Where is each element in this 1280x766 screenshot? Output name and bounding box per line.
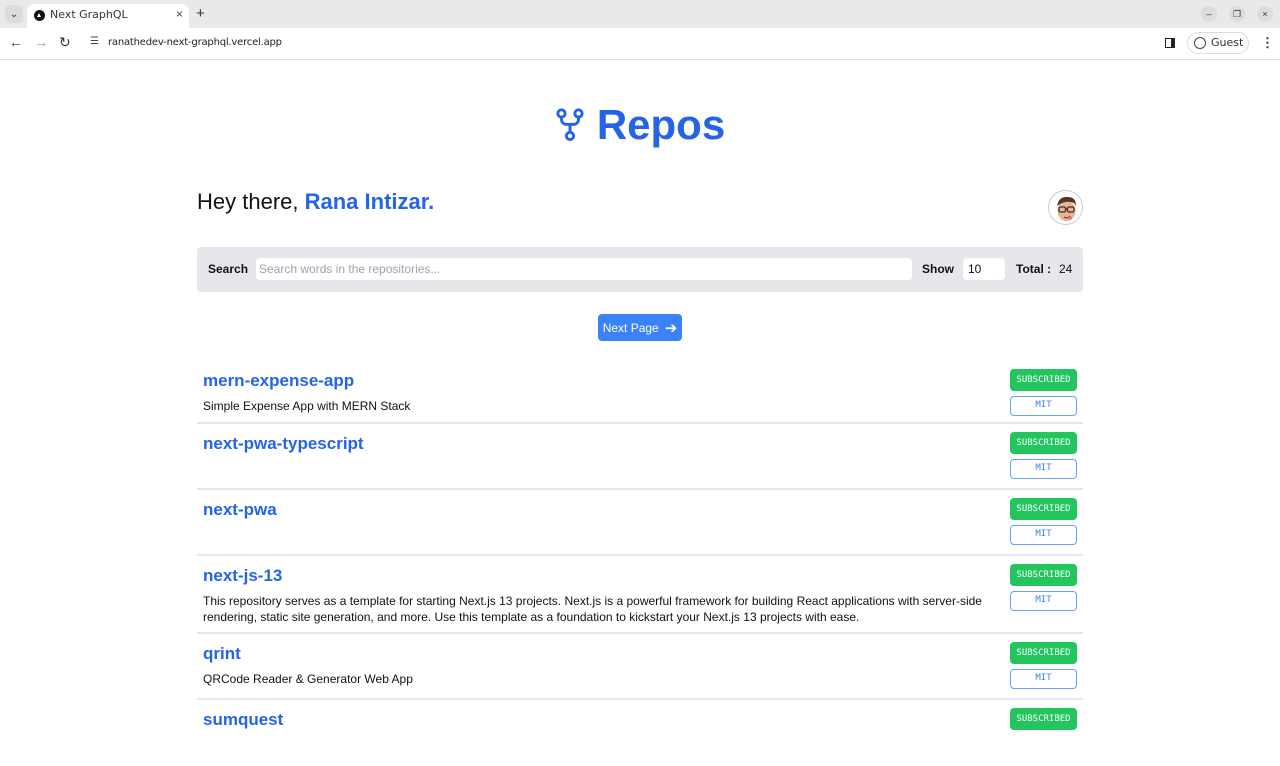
- url-text[interactable]: ranathedev-next-graphql.vercel.app: [108, 37, 282, 48]
- close-tab-icon[interactable]: ×: [176, 7, 183, 21]
- tab-title: Next GraphQL: [50, 8, 128, 21]
- site-info-icon[interactable]: ☰: [90, 36, 99, 47]
- chevron-down-icon: ⌄: [9, 8, 19, 20]
- side-panel-icon[interactable]: [1165, 38, 1175, 48]
- repo-item: mern-expense-app Simple Expense App with…: [197, 361, 1083, 424]
- subscribed-badge[interactable]: SUBSCRIBED: [1010, 432, 1077, 454]
- search-label: Search: [208, 262, 249, 276]
- address-bar[interactable]: ☰ ranathedev-next-graphql.vercel.app: [82, 32, 1152, 55]
- more-menu-icon[interactable]: ⋮: [1261, 35, 1274, 51]
- repo-name-link[interactable]: qrint: [203, 644, 241, 664]
- total-value: 24: [1059, 262, 1073, 276]
- tab-search-button[interactable]: ⌄: [5, 5, 23, 23]
- close-icon: ×: [1262, 9, 1268, 19]
- license-badge: MIT: [1010, 396, 1077, 416]
- repo-item: next-pwa SUBSCRIBED MIT: [197, 490, 1083, 556]
- repo-description: Simple Expense App with MERN Stack: [203, 399, 411, 413]
- restore-button[interactable]: ❐: [1229, 6, 1245, 22]
- repo-name-link[interactable]: sumquest: [203, 710, 283, 730]
- git-fork-icon: [556, 108, 584, 142]
- browser-tab[interactable]: Next GraphQL ×: [27, 4, 189, 28]
- total-label: Total :: [1016, 262, 1052, 276]
- repo-name-link[interactable]: mern-expense-app: [203, 371, 354, 391]
- license-badge: MIT: [1010, 459, 1077, 479]
- license-badge: MIT: [1010, 669, 1077, 689]
- minimize-button[interactable]: –: [1201, 6, 1217, 22]
- reload-icon[interactable]: ↻: [59, 34, 71, 51]
- repo-list: mern-expense-app Simple Expense App with…: [197, 361, 1083, 766]
- next-page-button[interactable]: Next Page ➔: [598, 314, 682, 341]
- vercel-favicon-icon: [34, 10, 45, 21]
- page-title: Repos: [596, 101, 726, 148]
- browser-tab-strip: ⌄ Next GraphQL × + – ❐ ×: [0, 0, 1280, 28]
- memoji-avatar-icon: [1057, 196, 1076, 221]
- repo-item: qrint QRCode Reader & Generator Web App …: [197, 634, 1083, 700]
- repo-name-link[interactable]: next-js-13: [203, 566, 282, 586]
- forward-arrow-icon[interactable]: →: [34, 34, 48, 50]
- repo-description: QRCode Reader & Generator Web App: [203, 672, 413, 686]
- arrow-right-icon: ➔: [664, 319, 678, 337]
- subscribed-badge[interactable]: SUBSCRIBED: [1010, 498, 1077, 520]
- repo-item: next-js-13 This repository serves as a t…: [197, 556, 1083, 634]
- search-input[interactable]: [256, 258, 912, 280]
- subscribed-badge[interactable]: SUBSCRIBED: [1010, 642, 1077, 664]
- profile-button[interactable]: Guest: [1187, 32, 1249, 54]
- back-arrow-icon[interactable]: ←: [9, 34, 23, 50]
- greeting: Hey there, Rana Intizar.: [197, 189, 434, 215]
- repo-item: sumquest SUBSCRIBED: [197, 700, 1083, 766]
- license-badge: MIT: [1010, 525, 1077, 545]
- show-count-input[interactable]: [963, 258, 1005, 280]
- close-window-button[interactable]: ×: [1257, 6, 1273, 22]
- minimize-icon: –: [1206, 9, 1212, 19]
- new-tab-button[interactable]: +: [196, 5, 205, 22]
- repo-item: next-pwa-typescript SUBSCRIBED MIT: [197, 424, 1083, 490]
- user-name: Rana Intizar.: [304, 189, 435, 214]
- repo-name-link[interactable]: next-pwa: [203, 500, 277, 520]
- restore-icon: ❐: [1232, 8, 1242, 19]
- show-label: Show: [922, 262, 954, 276]
- user-icon: [1194, 37, 1206, 49]
- browser-toolbar: ← → ↻ ☰ ranathedev-next-graphql.vercel.a…: [0, 28, 1280, 60]
- search-bar: Search Show Total : 24: [197, 247, 1083, 292]
- page-heading: Repos: [0, 101, 1280, 149]
- avatar[interactable]: [1048, 190, 1083, 225]
- license-badge: MIT: [1010, 591, 1077, 611]
- repo-name-link[interactable]: next-pwa-typescript: [203, 434, 364, 454]
- next-page-label: Next Page: [602, 320, 659, 335]
- profile-label: Guest: [1211, 36, 1244, 49]
- subscribed-badge[interactable]: SUBSCRIBED: [1010, 708, 1077, 730]
- subscribed-badge[interactable]: SUBSCRIBED: [1010, 369, 1077, 391]
- page-content: Repos Hey there, Rana Intizar. Search Sh…: [0, 61, 1280, 730]
- repo-description: This repository serves as a template for…: [203, 594, 982, 624]
- greeting-prefix: Hey there,: [197, 189, 305, 214]
- subscribed-badge[interactable]: SUBSCRIBED: [1010, 564, 1077, 586]
